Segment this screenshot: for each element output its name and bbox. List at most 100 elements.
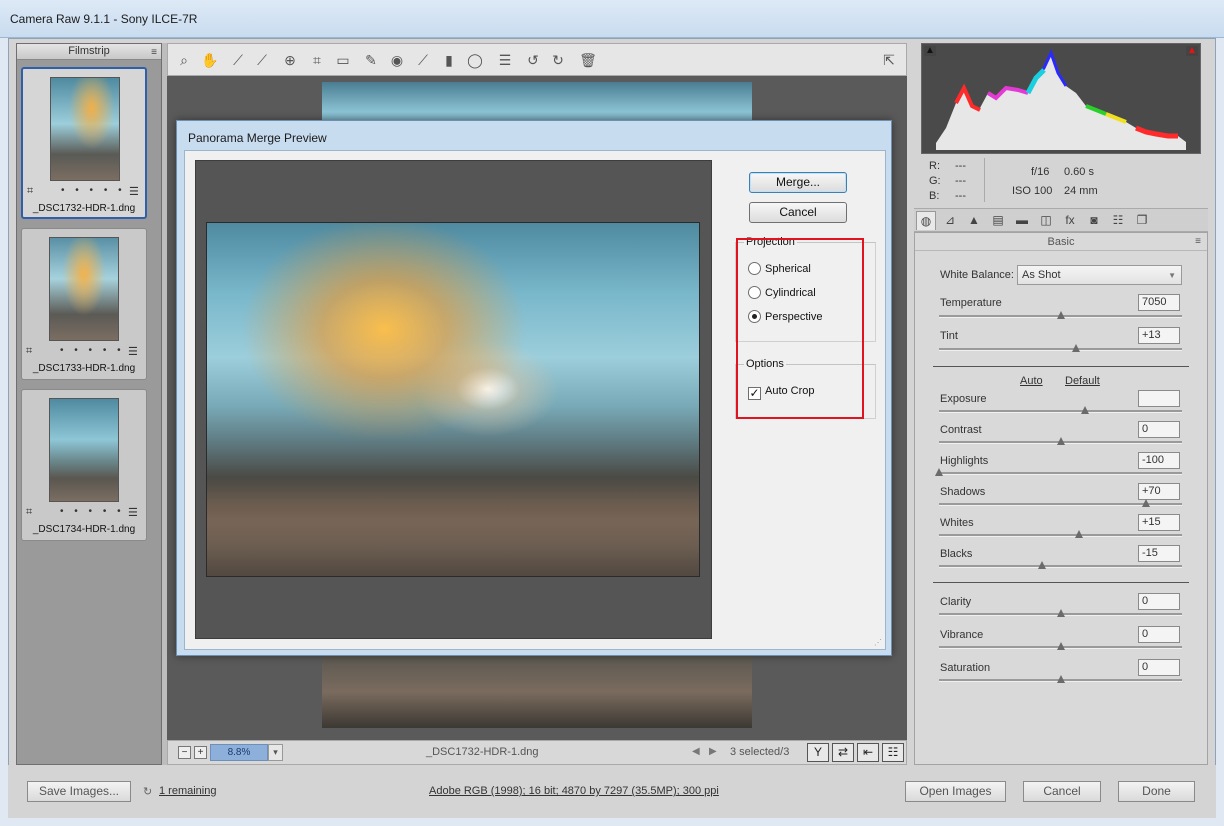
filmstrip-item[interactable]: ⌗ • • • • • ☰ _DSC1733-HDR-1.dng [21,228,147,380]
toggle-settings-icon[interactable]: ☷ [882,743,904,762]
shadow-clipping-icon[interactable]: ▲ [924,46,936,56]
done-button[interactable]: Done [1118,781,1195,802]
highlight-clipping-icon[interactable]: ▲ [1186,46,1198,56]
effects-tab-icon[interactable]: fx [1060,211,1080,230]
rating-dots[interactable]: • • • • • [60,345,125,356]
zoom-out-button[interactable]: − [178,746,191,759]
merge-button[interactable]: Merge... [749,172,847,193]
lens-tab-icon[interactable]: ◫ [1036,211,1056,230]
window-title: Camera Raw 9.1.1 - Sony ILCE-7R [10,12,198,26]
slider-thumb[interactable] [1056,609,1065,617]
trash-icon[interactable]: 🗑 [579,51,597,69]
zoom-icon[interactable]: ⌕ [175,51,193,69]
preview-photo-bottom [322,656,752,728]
next-image-icon[interactable]: ▶ [709,746,717,757]
save-images-button[interactable]: Save Images... [27,781,131,802]
saturation-field[interactable]: 0 [1138,659,1180,676]
zoom-in-button[interactable]: + [194,746,207,759]
r-value: --- [955,160,966,172]
before-after-icon[interactable]: Y [807,743,829,762]
tint-field[interactable]: +13 [1138,327,1180,344]
shadows-slider[interactable] [939,499,1182,507]
presets-tab-icon[interactable]: ☷ [1108,211,1128,230]
rating-dots[interactable]: • • • • • [60,506,125,517]
workflow-options-link[interactable]: Adobe RGB (1998); 16 bit; 4870 by 7297 (… [429,785,719,797]
slider-thumb[interactable] [1056,675,1065,683]
presets-list-icon[interactable]: ☰ [496,51,514,69]
slider-thumb[interactable] [1056,642,1065,650]
filmstrip-title: Filmstrip [68,45,110,57]
camera-calibration-tab-icon[interactable]: ◙ [1084,211,1104,230]
color-sampler-icon[interactable]: ⟋ [253,51,271,69]
temperature-field[interactable]: 7050 [1138,294,1180,311]
slider-thumb[interactable] [935,468,943,476]
exposure-slider[interactable] [939,406,1182,414]
slider-thumb[interactable] [1038,561,1047,569]
rotate-right-icon[interactable]: ↻ [549,51,567,69]
panel-menu-icon[interactable]: ≡ [1195,233,1201,251]
clarity-field[interactable]: 0 [1138,593,1180,610]
blacks-slider[interactable] [939,561,1182,569]
hsl-tab-icon[interactable]: ▤ [988,211,1008,230]
highlights-slider[interactable] [935,468,1182,476]
zoom-dropdown-icon[interactable]: ▾ [268,744,283,761]
snapshots-tab-icon[interactable]: ❐ [1132,211,1152,230]
vibrance-slider[interactable] [939,642,1182,650]
basic-tab-icon[interactable]: ◍ [916,211,936,230]
clarity-slider[interactable] [939,609,1182,617]
slider-thumb[interactable] [1056,437,1065,445]
cancel-main-button[interactable]: Cancel [1023,781,1101,802]
adjustment-brush-icon[interactable]: ⟋ [414,51,432,69]
white-balance-select[interactable]: As Shot ▼ [1017,265,1182,285]
detail-tab-icon[interactable]: ▲ [964,211,984,230]
radial-filter-icon[interactable]: ◯ [466,51,484,69]
auto-link[interactable]: Auto [1020,375,1043,387]
filmstrip-menu-icon[interactable]: ≡ [151,45,157,60]
zoom-level[interactable]: 8.8% [210,744,268,761]
straighten-icon[interactable]: ▭ [334,51,352,69]
temperature-label: Temperature [940,297,1002,309]
slider-thumb[interactable] [1141,499,1150,507]
filmstrip-item[interactable]: ⌗ • • • • • ☰ _DSC1732-HDR-1.dng [21,67,147,219]
open-preferences-icon[interactable]: ⇱ [880,51,898,69]
filmstrip-panel: Filmstrip ≡ ⌗ • • • • • ☰ _DSC1732-HDR-1… [16,43,162,765]
red-eye-icon[interactable]: ◉ [388,51,406,69]
cancel-button[interactable]: Cancel [749,202,847,223]
resize-grip-icon[interactable]: ⋰ [874,638,882,647]
blacks-field[interactable]: -15 [1138,545,1180,562]
shutter-speed: 0.60 s [1064,166,1094,178]
previous-image-icon[interactable]: ◀ [692,746,700,757]
slider-thumb[interactable] [1056,311,1065,319]
remaining-link[interactable]: 1 remaining [159,785,216,797]
section-divider [933,366,1189,367]
slider-thumb[interactable] [1072,344,1081,352]
split-toning-tab-icon[interactable]: ▬ [1012,211,1032,230]
whites-field[interactable]: +15 [1138,514,1180,531]
tint-slider[interactable] [939,344,1182,352]
exposure-field[interactable] [1138,390,1180,407]
vibrance-field[interactable]: 0 [1138,626,1180,643]
filmstrip-item[interactable]: ⌗ • • • • • ☰ _DSC1734-HDR-1.dng [21,389,147,541]
whites-slider[interactable] [939,530,1182,538]
shadows-field[interactable]: +70 [1138,483,1180,500]
graduated-filter-icon[interactable]: ▮ [440,51,458,69]
default-link[interactable]: Default [1065,375,1100,387]
spot-removal-icon[interactable]: ✎ [362,51,380,69]
saturation-slider[interactable] [939,675,1182,683]
target-adjust-icon[interactable]: ⊕ [281,51,299,69]
slider-thumb[interactable] [1080,406,1089,414]
temperature-slider[interactable] [939,311,1182,319]
contrast-slider[interactable] [939,437,1182,445]
crop-icon[interactable]: ⌗ [308,51,326,69]
contrast-field[interactable]: 0 [1138,421,1180,438]
slider-thumb[interactable] [1074,530,1083,538]
highlights-field[interactable]: -100 [1138,452,1180,469]
rotate-left-icon[interactable]: ↺ [524,51,542,69]
hand-icon[interactable]: ✋ [201,51,219,69]
tone-curve-tab-icon[interactable]: ⊿ [940,211,960,230]
rating-dots[interactable]: • • • • • [61,185,126,196]
open-images-button[interactable]: Open Images [905,781,1006,802]
copy-settings-icon[interactable]: ⇤ [857,743,879,762]
white-balance-icon[interactable]: ⟋ [229,51,247,69]
swap-settings-icon[interactable]: ⇄ [832,743,854,762]
